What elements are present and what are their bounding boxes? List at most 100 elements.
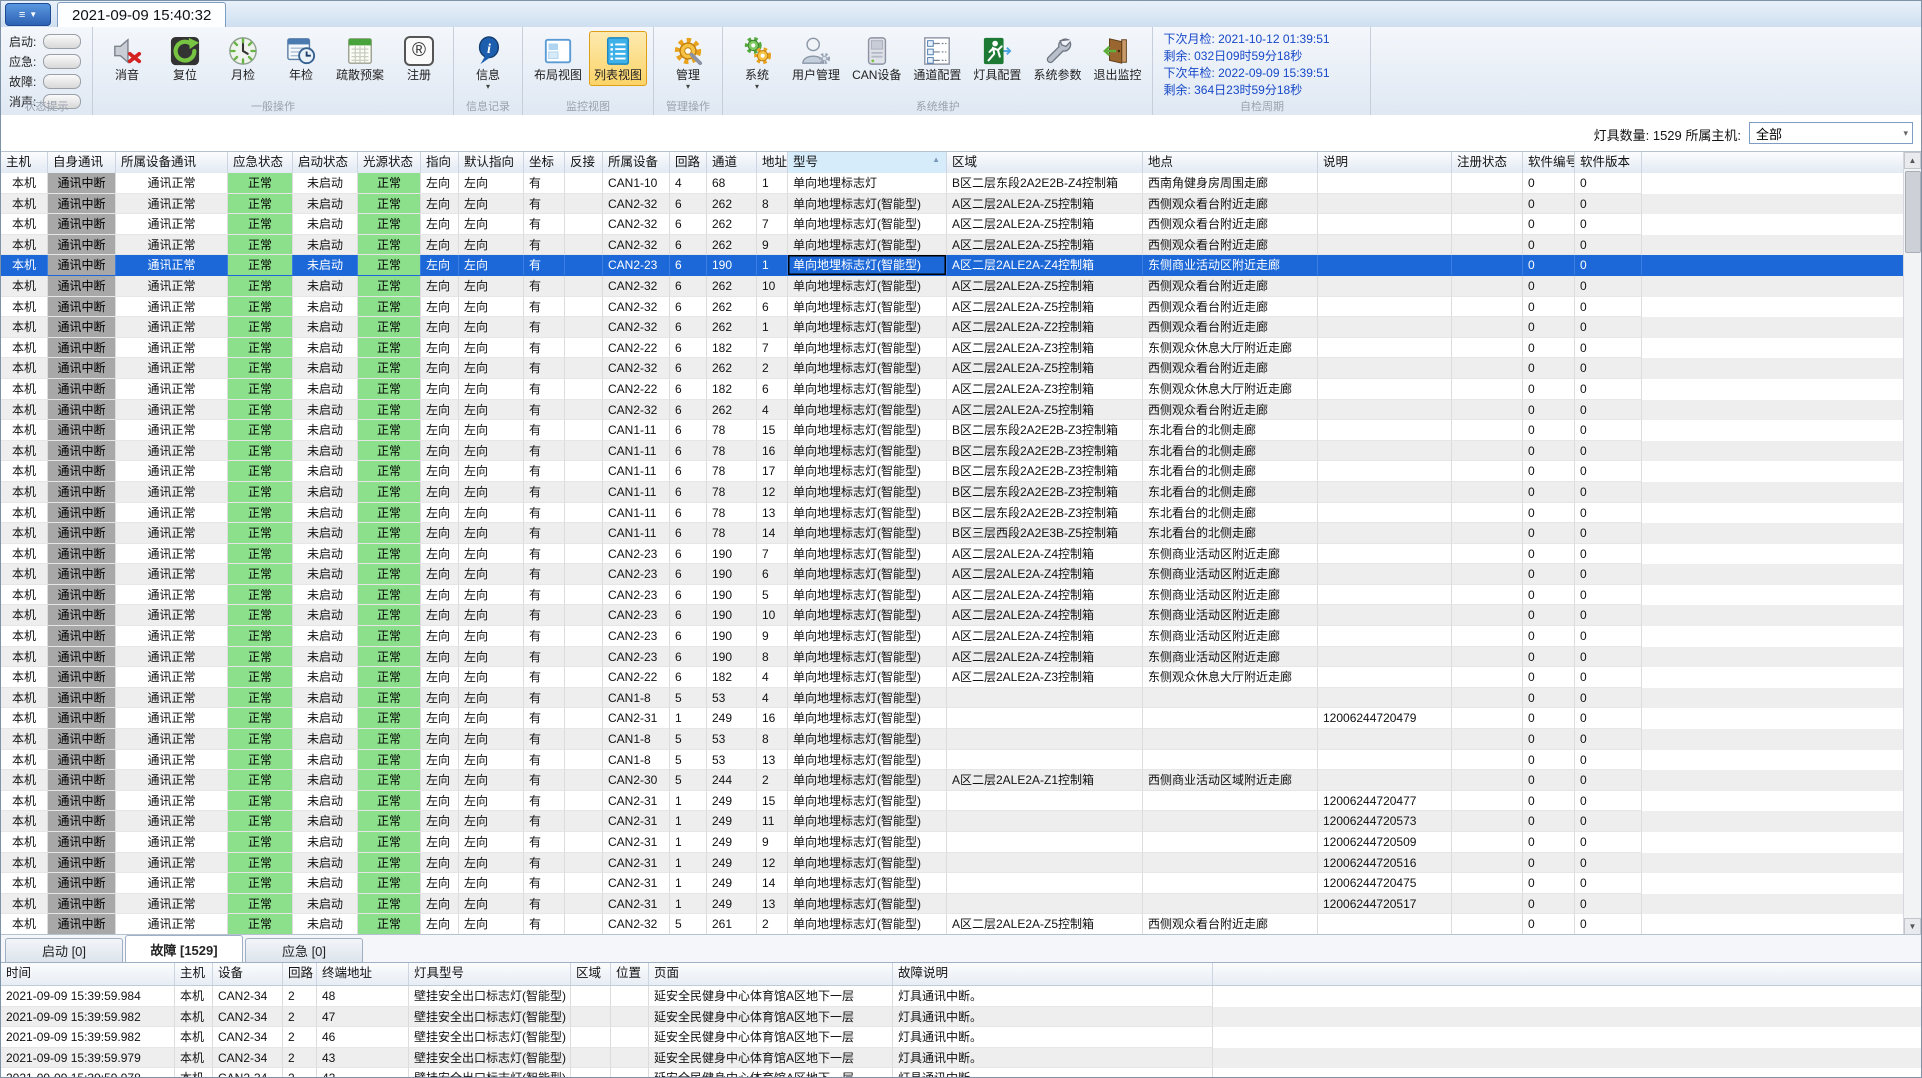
table-row[interactable]: 本机 通讯中断 通讯正常 正常 未启动 正常 左向 左向有 CAN2-23 6 190 7 单向地埋标志… (1, 543, 1921, 565)
fault-column-header[interactable]: 回路 (283, 963, 317, 985)
table-row[interactable]: 本机 通讯中断 通讯正常 正常 未启动 正常 左向 左向有 CAN2-22 6 182 7 单向地埋标志… (1, 337, 1921, 359)
table-row[interactable]: 本机 通讯中断 通讯正常 正常 未启动 正常 左向 左向有 CAN2-23 6 190 10 单向地埋标… (1, 605, 1921, 627)
main-column-header[interactable]: 所属设备通讯 (116, 152, 228, 173)
fault-column-header[interactable]: 灯具型号 (409, 963, 571, 985)
cell-ch: 53 (707, 687, 757, 709)
main-column-header[interactable]: 通道 (707, 152, 757, 173)
channel-config-button[interactable]: 通道配置 (908, 31, 966, 86)
table-row[interactable]: 本机 通讯中断 通讯正常 正常 未启动 正常 左向 左向有 CAN1-11 6 78 12 单向地埋标志… (1, 481, 1921, 503)
fault-row[interactable]: 2021-09-09 15:39:59.978 本机 CAN2-34 2 42 壁挂安全出… (1, 1068, 1921, 1077)
table-row[interactable]: 本机 通讯中断 通讯正常 正常 未启动 正常 左向 左向有 CAN2-32 6 262 6 单向地埋标志… (1, 296, 1921, 318)
app-menu-button[interactable]: ≡ ▼ (5, 3, 51, 26)
user-management-button[interactable]: 用户管理 (787, 31, 845, 86)
table-row[interactable]: 本机 通讯中断 通讯正常 正常 未启动 正常 左向 左向有 CAN1-11 6 78 14 单向地埋标志… (1, 523, 1921, 544)
table-row[interactable]: 本机 通讯中断 通讯正常 正常 未启动 正常 左向 左向有 CAN1-8 5 53 8 单向地埋标志灯(… (1, 729, 1921, 750)
reset-button[interactable]: 复位 (157, 31, 213, 86)
table-row[interactable]: 本机 通讯中断 通讯正常 正常 未启动 正常 左向 左向有 CAN2-31 1 249 13 单向地埋标… (1, 893, 1921, 915)
table-row[interactable]: 本机 通讯中断 通讯正常 正常 未启动 正常 左向 左向有 CAN1-10 4 68 1 单向地埋标志灯… (1, 173, 1921, 194)
main-column-header[interactable]: 应急状态 (228, 152, 293, 173)
list-view-button[interactable]: 列表视图 (589, 31, 648, 86)
table-row[interactable]: 本机 通讯中断 通讯正常 正常 未启动 正常 左向 左向有 CAN2-32 6 262 2 单向地埋标志… (1, 358, 1921, 379)
table-row[interactable]: 本机 通讯中断 通讯正常 正常 未启动 正常 左向 左向有 CAN2-31 1 249 9 单向地埋标志… (1, 832, 1921, 853)
table-row[interactable]: 本机 通讯中断 通讯正常 正常 未启动 正常 左向 左向有 CAN2-31 1 249 12 单向地埋标… (1, 852, 1921, 874)
table-row[interactable]: 本机 通讯中断 通讯正常 正常 未启动 正常 左向 左向有 CAN2-32 6 262 4 单向地埋标志… (1, 399, 1921, 421)
table-row[interactable]: 本机 通讯中断 通讯正常 正常 未启动 正常 左向 左向有 CAN1-8 5 53 13 单向地埋标志灯… (1, 749, 1921, 771)
table-row[interactable]: 本机 通讯中断 通讯正常 正常 未启动 正常 左向 左向有 CAN2-32 5 261 2 单向地埋标志… (1, 914, 1921, 935)
system-button[interactable]: 系统 ▾ (729, 31, 785, 93)
manage-button[interactable]: 管理 ▾ (660, 31, 716, 93)
main-column-header[interactable]: 注册状态 (1452, 152, 1523, 173)
table-row[interactable]: 本机 通讯中断 通讯正常 正常 未启动 正常 左向 左向有 CAN2-32 6 262 9 单向地埋标志… (1, 234, 1921, 256)
monthly-check-button[interactable]: 月检 (215, 31, 271, 86)
table-row[interactable]: 本机 通讯中断 通讯正常 正常 未启动 正常 左向 左向有 CAN2-23 6 190 1 单向地埋标志… (1, 255, 1921, 276)
fault-column-header[interactable]: 位置 (611, 963, 649, 985)
table-row[interactable]: 本机 通讯中断 通讯正常 正常 未启动 正常 左向 左向有 CAN1-11 6 78 16 单向地埋标志… (1, 440, 1921, 462)
main-column-header[interactable]: 默认指向 (459, 152, 524, 173)
fault-row[interactable]: 2021-09-09 15:39:59.982 本机 CAN2-34 2 47 壁挂安全出… (1, 1006, 1921, 1027)
fault-column-header[interactable]: 页面 (649, 963, 893, 985)
main-column-header[interactable]: 主机 (1, 152, 48, 173)
annual-check-button[interactable]: 年检 (273, 31, 329, 86)
scroll-down-icon[interactable]: ▼ (1904, 918, 1921, 935)
main-column-header[interactable]: 型号 ▲ (788, 152, 947, 173)
main-column-header[interactable]: 指向 (421, 152, 459, 173)
table-row[interactable]: 本机 通讯中断 通讯正常 正常 未启动 正常 左向 左向有 CAN2-31 1 249 16 单向地埋标… (1, 708, 1921, 730)
table-row[interactable]: 本机 通讯中断 通讯正常 正常 未启动 正常 左向 左向有 CAN2-32 6 262 10 单向地埋标… (1, 275, 1921, 297)
table-row[interactable]: 本机 通讯中断 通讯正常 正常 未启动 正常 左向 左向有 CAN2-22 6 182 6 单向地埋标志… (1, 378, 1921, 400)
main-column-header[interactable]: 回路 (670, 152, 707, 173)
fault-row[interactable]: 2021-09-09 15:39:59.979 本机 CAN2-34 2 43 壁挂安全出… (1, 1047, 1921, 1068)
main-column-header[interactable]: 所属设备 (603, 152, 670, 173)
mute-button[interactable]: 消音 (99, 31, 155, 86)
main-column-header[interactable]: 自身通讯 (48, 152, 116, 173)
table-row[interactable]: 本机 通讯中断 通讯正常 正常 未启动 正常 左向 左向有 CAN2-23 6 190 6 单向地埋标志… (1, 564, 1921, 585)
lamp-config-button[interactable]: 灯具配置 (968, 31, 1026, 86)
scroll-up-icon[interactable]: ▲ (1904, 152, 1921, 169)
table-row[interactable]: 本机 通讯中断 通讯正常 正常 未启动 正常 左向 左向有 CAN2-31 1 249 11 单向地埋标… (1, 811, 1921, 832)
fault-row[interactable]: 2021-09-09 15:39:59.984 本机 CAN2-34 2 48 壁挂安全出… (1, 986, 1921, 1007)
layout-view-button[interactable]: 布局视图 (529, 31, 587, 86)
table-row[interactable]: 本机 通讯中断 通讯正常 正常 未启动 正常 左向 左向有 CAN1-11 6 78 15 单向地埋标志… (1, 420, 1921, 441)
system-params-button[interactable]: 系统参数 (1028, 31, 1086, 86)
table-row[interactable]: 本机 通讯中断 通讯正常 正常 未启动 正常 左向 左向有 CAN2-32 6 262 1 单向地埋标志… (1, 317, 1921, 338)
tab-fault[interactable]: 故障 [1529] (125, 935, 243, 962)
info-button[interactable]: i 信息 ▾ (460, 31, 516, 93)
table-row[interactable]: 本机 通讯中断 通讯正常 正常 未启动 正常 左向 左向有 CAN1-11 6 78 17 单向地埋标志… (1, 461, 1921, 482)
main-column-header[interactable]: 坐标 (524, 152, 565, 173)
fault-column-header[interactable]: 区域 (571, 963, 611, 985)
fault-column-header[interactable]: 时间 (1, 963, 175, 985)
table-row[interactable]: 本机 通讯中断 通讯正常 正常 未启动 正常 左向 左向有 CAN2-32 6 262 7 单向地埋标志… (1, 214, 1921, 235)
table-row[interactable]: 本机 通讯中断 通讯正常 正常 未启动 正常 左向 左向有 CAN1-11 6 78 13 单向地埋标志… (1, 502, 1921, 524)
main-column-header[interactable]: 反接 (565, 152, 603, 173)
table-row[interactable]: 本机 通讯中断 通讯正常 正常 未启动 正常 左向 左向有 CAN2-23 6 190 8 单向地埋标志… (1, 646, 1921, 668)
fault-column-header[interactable]: 终端地址 (317, 963, 409, 985)
main-column-header[interactable]: 软件版本 (1575, 152, 1642, 173)
main-column-header[interactable]: 光源状态 (358, 152, 421, 173)
fault-row[interactable]: 2021-09-09 15:39:59.982 本机 CAN2-34 2 46 壁挂安全出… (1, 1027, 1921, 1048)
host-select[interactable]: 全部 ▾ (1749, 122, 1913, 144)
tab-emergency[interactable]: 应急 [0] (245, 938, 363, 962)
main-column-header[interactable]: 地址 (757, 152, 788, 173)
table-row[interactable]: 本机 通讯中断 通讯正常 正常 未启动 正常 左向 左向有 CAN2-22 6 182 4 单向地埋标志… (1, 667, 1921, 688)
table-row[interactable]: 本机 通讯中断 通讯正常 正常 未启动 正常 左向 左向有 CAN2-31 1 249 15 单向地埋标… (1, 790, 1921, 812)
fault-column-header[interactable]: 设备 (213, 963, 283, 985)
table-row[interactable]: 本机 通讯中断 通讯正常 正常 未启动 正常 左向 左向有 CAN2-31 1 249 14 单向地埋标… (1, 873, 1921, 894)
main-column-header[interactable]: 启动状态 (293, 152, 358, 173)
vertical-scrollbar[interactable]: ▲ ▼ (1903, 152, 1921, 935)
tab-start[interactable]: 启动 [0] (5, 938, 123, 962)
main-column-header[interactable]: 地点 (1143, 152, 1318, 173)
register-button[interactable]: ® 注册 (391, 31, 447, 86)
evacuation-plan-button[interactable]: 疏散预案 (331, 31, 389, 86)
main-column-header[interactable]: 区域 (947, 152, 1143, 173)
main-column-header[interactable]: 软件编号 (1523, 152, 1575, 173)
fault-column-header[interactable]: 主机 (175, 963, 213, 985)
scrollbar-thumb[interactable] (1905, 171, 1921, 253)
table-row[interactable]: 本机 通讯中断 通讯正常 正常 未启动 正常 左向 左向有 CAN1-8 5 53 4 单向地埋标志灯(… (1, 687, 1921, 709)
can-device-button[interactable]: CAN设备 (847, 31, 906, 86)
fault-column-header[interactable]: 故障说明 (893, 963, 1213, 985)
main-column-header[interactable]: 说明 (1318, 152, 1452, 173)
table-row[interactable]: 本机 通讯中断 通讯正常 正常 未启动 正常 左向 左向有 CAN2-23 6 190 9 单向地埋标志… (1, 626, 1921, 647)
exit-monitor-button[interactable]: 退出监控 (1088, 31, 1146, 86)
table-row[interactable]: 本机 通讯中断 通讯正常 正常 未启动 正常 左向 左向有 CAN2-23 6 190 5 单向地埋标志… (1, 584, 1921, 606)
table-row[interactable]: 本机 通讯中断 通讯正常 正常 未启动 正常 左向 左向有 CAN2-30 5 244 2 单向地埋标志… (1, 770, 1921, 791)
table-row[interactable]: 本机 通讯中断 通讯正常 正常 未启动 正常 左向 左向有 CAN2-32 6 262 8 单向地埋标志… (1, 193, 1921, 215)
